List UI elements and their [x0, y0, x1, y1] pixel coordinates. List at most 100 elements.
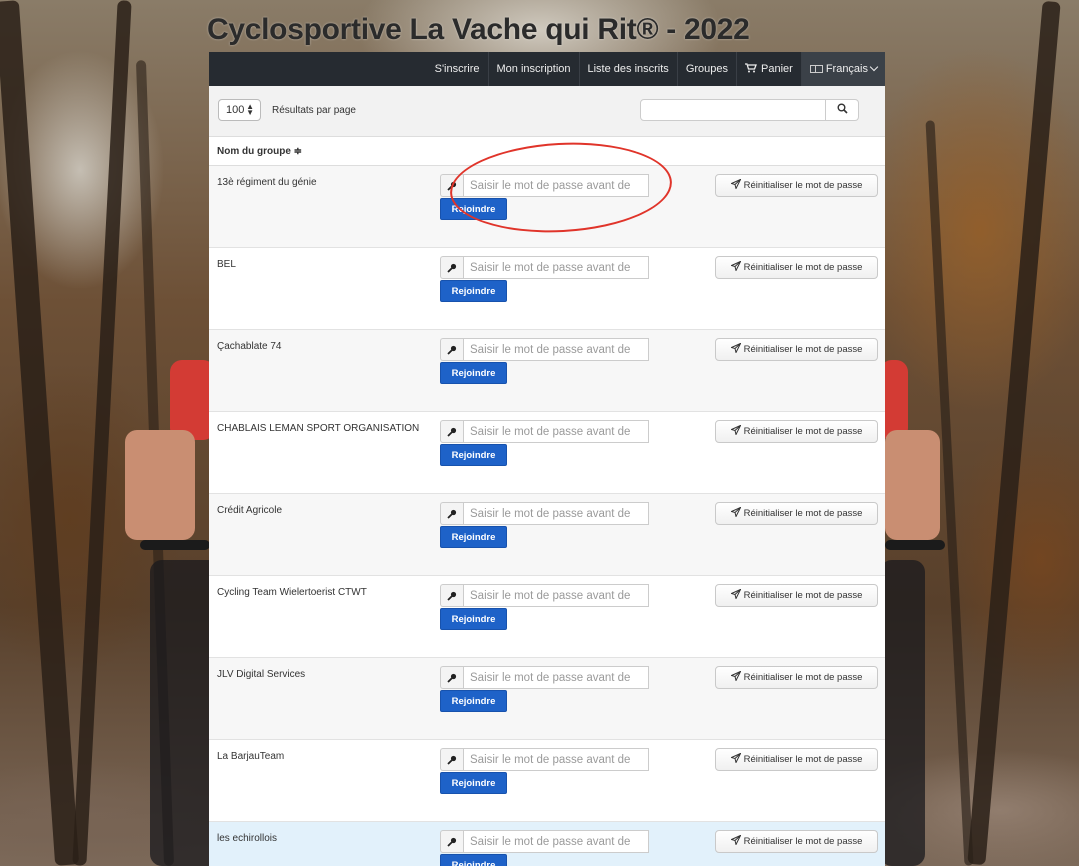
table-row: Cycling Team Wielertoerist CTWT Rejoindre… — [209, 576, 885, 658]
join-group-button[interactable]: Rejoindre — [440, 198, 507, 220]
nav-register[interactable]: S'inscrire — [427, 52, 488, 86]
key-icon — [440, 584, 463, 607]
group-name: CHABLAIS LEMAN SPORT ORGANISATION — [217, 423, 420, 434]
reset-password-label: Réinitialiser le mot de passe — [743, 344, 863, 355]
group-password-input[interactable] — [463, 502, 649, 525]
reset-password-button[interactable]: Réinitialiser le mot de passe — [715, 420, 878, 443]
join-group-button[interactable]: Rejoindre — [440, 526, 507, 548]
join-group-button[interactable]: Rejoindre — [440, 772, 507, 794]
main-panel: S'inscrire Mon inscription Liste des ins… — [209, 52, 885, 866]
table-row: 13è régiment du génie Rejoindre Réinitiali… — [209, 166, 885, 248]
reset-password-label: Réinitialiser le mot de passe — [743, 754, 863, 765]
nav-groups[interactable]: Groupes — [676, 52, 736, 86]
cyclist-arm — [885, 430, 940, 540]
paper-plane-icon — [729, 178, 742, 192]
group-name: les echirollois — [217, 833, 278, 844]
key-icon — [440, 748, 463, 771]
reset-password-label: Réinitialiser le mot de passe — [743, 508, 863, 519]
reset-password-label: Réinitialiser le mot de passe — [743, 426, 863, 437]
nav-my-registration-label: Mon inscription — [496, 63, 571, 75]
group-password-input[interactable] — [463, 420, 649, 443]
reset-password-button[interactable]: Réinitialiser le mot de passe — [715, 666, 878, 689]
table-row: CHABLAIS LEMAN SPORT ORGANISATION Rejoind… — [209, 412, 885, 494]
reset-password-button[interactable]: Réinitialiser le mot de passe — [715, 584, 878, 607]
group-password-input[interactable] — [463, 830, 649, 853]
nav-groups-label: Groupes — [685, 63, 729, 75]
group-password-input[interactable] — [463, 666, 649, 689]
language-dropdown[interactable]: Français — [800, 52, 885, 86]
join-group-button[interactable]: Rejoindre — [440, 608, 507, 630]
handlebar — [885, 540, 945, 550]
paper-plane-icon — [729, 424, 742, 438]
results-per-page-label: Résultats par page — [272, 105, 356, 116]
reset-password-button[interactable]: Réinitialiser le mot de passe — [715, 256, 878, 279]
paper-plane-icon — [729, 588, 742, 602]
reset-password-label: Réinitialiser le mot de passe — [743, 180, 863, 191]
join-group-button[interactable]: Rejoindre — [440, 280, 507, 302]
table-row: les echirollois Rejoindre Réinitialiser le… — [209, 822, 885, 866]
page-title: Cyclosportive La Vache qui Rit® - 2022 — [207, 13, 750, 46]
paper-plane-icon — [729, 342, 742, 356]
group-password-input[interactable] — [463, 338, 649, 361]
join-group-button[interactable]: Rejoindre — [440, 690, 507, 712]
key-icon — [440, 174, 463, 197]
table-row: BEL Rejoindre Réinitialiser le mot de pass… — [209, 248, 885, 330]
nav-registrants-list-label: Liste des inscrits — [587, 63, 669, 75]
cart-icon — [745, 62, 757, 76]
reset-password-button[interactable]: Réinitialiser le mot de passe — [715, 748, 878, 771]
paper-plane-icon — [729, 670, 742, 684]
groups-table: 13è régiment du génie Rejoindre Réinitiali… — [209, 166, 885, 866]
reset-password-button[interactable]: Réinitialiser le mot de passe — [715, 338, 878, 361]
key-icon — [440, 502, 463, 525]
join-group-button[interactable]: Rejoindre — [440, 444, 507, 466]
flag-icon — [809, 65, 823, 73]
tree-trunk — [72, 0, 132, 866]
group-name: JLV Digital Services — [217, 669, 306, 680]
table-row: Çachablate 74 Rejoindre Réinitialiser le m… — [209, 330, 885, 412]
join-group-button[interactable]: Rejoindre — [440, 854, 507, 866]
paper-plane-icon — [729, 506, 742, 520]
group-password-input[interactable] — [463, 748, 649, 771]
table-row: JLV Digital Services Rejoindre Réinitialis… — [209, 658, 885, 740]
group-password-input[interactable] — [463, 174, 649, 197]
nav-register-label: S'inscrire — [434, 63, 480, 75]
updown-arrows-icon: ▲ ▼ — [246, 102, 254, 117]
results-per-page-value: 100 — [226, 104, 245, 116]
join-group-button[interactable]: Rejoindre — [440, 362, 507, 384]
reset-password-button[interactable]: Réinitialiser le mot de passe — [715, 174, 878, 197]
nav-cart[interactable]: Panier — [736, 52, 801, 86]
group-name: 13è régiment du génie — [217, 177, 317, 188]
reset-password-button[interactable]: Réinitialiser le mot de passe — [715, 830, 878, 853]
search-input[interactable] — [640, 99, 826, 121]
nav-my-registration[interactable]: Mon inscription — [487, 52, 579, 86]
handlebar — [140, 540, 210, 550]
key-icon — [440, 830, 463, 853]
group-name: Çachablate 74 — [217, 341, 282, 352]
table-toolbar: 100 ▲ ▼ Résultats par page — [209, 86, 885, 137]
key-icon — [440, 420, 463, 443]
search-button[interactable] — [826, 99, 859, 121]
nav-cart-label: Panier — [761, 63, 793, 75]
reset-password-label: Réinitialiser le mot de passe — [743, 672, 863, 683]
reset-password-label: Réinitialiser le mot de passe — [743, 836, 863, 847]
group-password-input[interactable] — [463, 256, 649, 279]
paper-plane-icon — [729, 834, 742, 848]
group-name: BEL — [217, 259, 236, 270]
key-icon — [440, 666, 463, 689]
column-header-group-name[interactable]: Nom du groupe ≑ — [209, 137, 885, 166]
reset-password-label: Réinitialiser le mot de passe — [743, 590, 863, 601]
table-row: La BarjauTeam Rejoindre Réinitialiser le m… — [209, 740, 885, 822]
chevron-down-icon — [869, 62, 879, 72]
key-icon — [440, 338, 463, 361]
top-navbar: S'inscrire Mon inscription Liste des ins… — [209, 52, 885, 86]
reset-password-button[interactable]: Réinitialiser le mot de passe — [715, 502, 878, 525]
search-icon — [837, 103, 848, 117]
group-name: Crédit Agricole — [217, 505, 283, 516]
tree-trunk — [967, 0, 1061, 866]
nav-registrants-list[interactable]: Liste des inscrits — [578, 52, 677, 86]
reset-password-label: Réinitialiser le mot de passe — [743, 262, 863, 273]
language-label: Français — [825, 63, 868, 75]
results-per-page-select[interactable]: 100 ▲ ▼ — [218, 99, 261, 121]
table-row: Crédit Agricole Rejoindre Réinitialiser le… — [209, 494, 885, 576]
group-password-input[interactable] — [463, 584, 649, 607]
